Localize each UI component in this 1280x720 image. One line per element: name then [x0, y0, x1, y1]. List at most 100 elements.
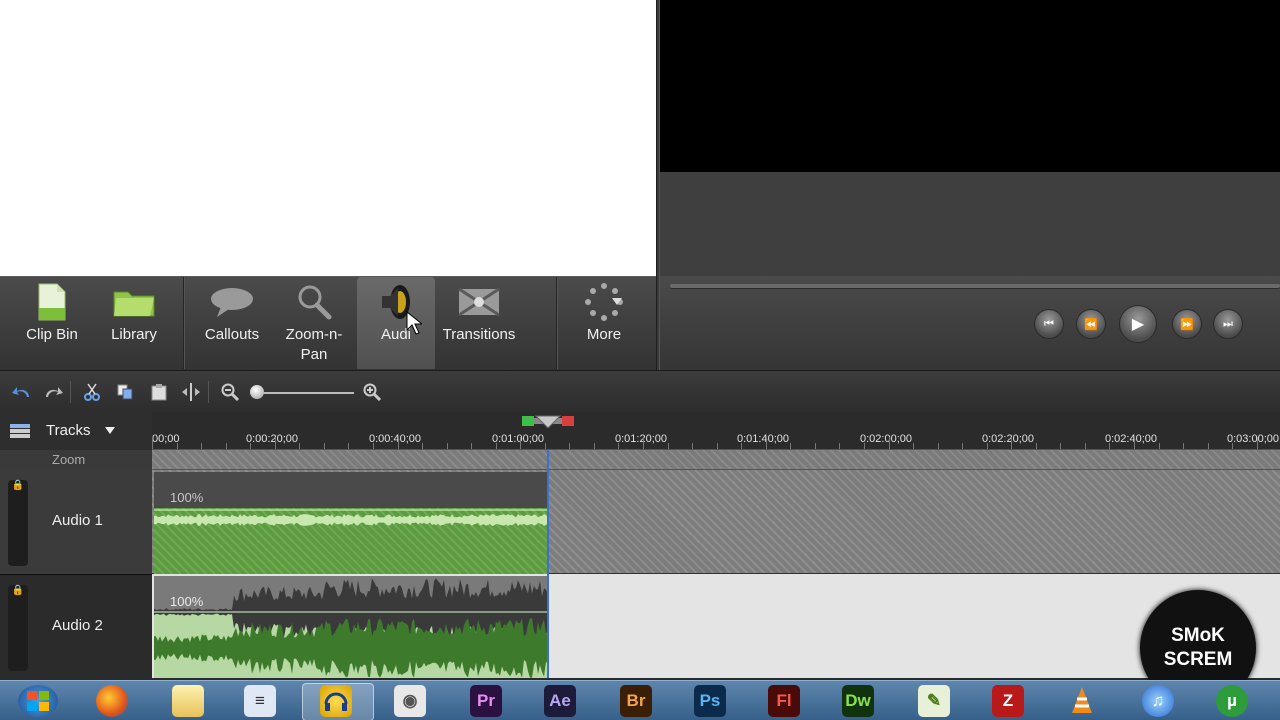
ruler-tick — [1060, 443, 1062, 449]
ruler-tick — [1084, 443, 1086, 449]
mouse-cursor-icon — [406, 311, 422, 335]
fast-forward-icon[interactable]: ⏩ — [1172, 309, 1202, 339]
tracks-icon[interactable] — [10, 424, 30, 438]
itunes-icon[interactable]: ♫ — [1142, 685, 1174, 717]
tab-transitions[interactable]: Transitions — [438, 277, 520, 369]
notes-app-icon[interactable]: ≡ — [244, 685, 276, 717]
firefox-icon[interactable] — [96, 685, 128, 717]
task-tabs: Clip Bin Library Callouts Zoom-n- Pan Au… — [0, 276, 656, 370]
vlc-icon[interactable] — [1066, 685, 1098, 717]
utorrent-icon[interactable]: µ — [1216, 685, 1248, 717]
ruler-label: 0:02:20;00 — [982, 433, 1034, 445]
ruler-tick — [446, 443, 448, 449]
rewind-icon[interactable]: ⏪ — [1076, 309, 1106, 339]
ruler-tick — [814, 443, 816, 449]
zoom-in-icon[interactable] — [361, 382, 383, 402]
ruler-tick — [1158, 443, 1160, 449]
library-folder-icon — [112, 279, 156, 325]
ruler-tick — [741, 443, 743, 449]
tab-library[interactable]: Library — [96, 277, 172, 369]
chevron-down-icon[interactable] — [105, 427, 115, 434]
ruler-tick — [348, 443, 350, 449]
tab-clip-bin[interactable]: Clip Bin — [14, 277, 90, 369]
ruler-tick — [1256, 437, 1258, 449]
tab-callouts[interactable]: Callouts — [196, 277, 268, 369]
audio-app-icon[interactable] — [320, 685, 352, 717]
lock-icon[interactable]: 🔒 — [8, 585, 28, 671]
zoom-lane[interactable] — [152, 450, 1280, 470]
time-ruler[interactable]: 00;00 0:00:20;00 0:00:40;00 0:01:00;00 0… — [152, 412, 1280, 450]
tracks-header: Tracks — [0, 412, 152, 450]
filezilla-icon[interactable]: Z — [992, 685, 1024, 717]
ruler-tick — [495, 443, 497, 449]
magnifier-icon — [296, 279, 332, 325]
audio-clip-1[interactable]: 100% — [154, 472, 548, 574]
cut-icon[interactable] — [81, 382, 103, 402]
toolbar-separator — [70, 381, 71, 403]
ruler-tick — [618, 443, 620, 449]
ruler-tick — [1207, 443, 1209, 449]
ruler-tick — [250, 443, 252, 449]
ruler-tick — [888, 437, 890, 449]
zoom-slider-track[interactable] — [254, 392, 354, 394]
ruler-tick — [1109, 443, 1111, 449]
copy-icon[interactable] — [114, 382, 136, 402]
callout-bubble-icon — [209, 279, 255, 325]
lock-icon[interactable]: 🔒 — [8, 480, 28, 566]
notepad-plus-icon[interactable]: ✎ — [918, 685, 950, 717]
tab-zoom-n-pan[interactable]: Zoom-n- Pan — [276, 277, 352, 369]
flash-icon[interactable]: Fl — [768, 685, 800, 717]
premiere-icon[interactable]: Pr — [470, 685, 502, 717]
dreamweaver-icon[interactable]: Dw — [842, 685, 874, 717]
photoshop-icon[interactable]: Ps — [694, 685, 726, 717]
ruler-tick — [274, 437, 276, 449]
waveform-1 — [154, 509, 548, 526]
ruler-tick — [790, 443, 792, 449]
ruler-tick — [176, 443, 178, 449]
ruler-tick — [471, 443, 473, 449]
clip-bin-panel[interactable] — [0, 0, 656, 276]
ruler-tick — [152, 437, 153, 449]
tracks-label[interactable]: Tracks — [46, 422, 90, 439]
more-dots-icon — [582, 279, 626, 325]
ruler-tick — [323, 443, 325, 449]
track-name: Audio 2 — [52, 617, 103, 634]
explorer-folder-icon[interactable] — [172, 685, 204, 717]
ruler-tick — [372, 443, 374, 449]
clip-volume-label: 100% — [170, 594, 204, 609]
ruler-tick — [716, 443, 718, 449]
ruler-tick — [962, 443, 964, 449]
zoom-out-icon[interactable] — [219, 382, 241, 402]
bridge-icon[interactable]: Br — [620, 685, 652, 717]
timeline-toolbar — [0, 370, 1280, 412]
paste-icon[interactable] — [148, 382, 170, 402]
skip-forward-icon[interactable]: ⏭ — [1213, 309, 1243, 339]
ruler-tick — [667, 443, 669, 449]
tab-label: Clip Bin — [26, 326, 78, 343]
track-header-audio-2[interactable]: 🔒 Audio 2 — [0, 574, 152, 678]
transitions-icon — [457, 279, 501, 325]
ruler-tick — [1035, 443, 1037, 449]
tab-audio[interactable]: Audi — [357, 277, 435, 369]
track-header-audio-1[interactable]: 🔒 Audio 1 — [0, 470, 152, 574]
play-icon[interactable]: ▶ — [1119, 305, 1157, 343]
redo-icon[interactable] — [43, 382, 65, 402]
ruler-label: 0:00:40;00 — [369, 433, 421, 445]
tab-more[interactable]: More — [568, 277, 640, 369]
preview-scrub-bar[interactable] — [670, 284, 1280, 288]
preview-canvas — [660, 0, 1280, 172]
after-effects-icon[interactable]: Ae — [544, 685, 576, 717]
skip-back-icon[interactable]: ⏮ — [1034, 309, 1064, 339]
ruler-label: 0:01:00;00 — [492, 433, 544, 445]
start-button[interactable] — [18, 685, 58, 717]
undo-icon[interactable] — [10, 382, 32, 402]
camera-app-icon[interactable]: ◉ — [394, 685, 426, 717]
audio-clip-2[interactable]: 100% — [154, 576, 548, 678]
split-icon[interactable] — [180, 382, 202, 402]
ruler-tick — [643, 437, 644, 449]
clip-bin-icon — [35, 279, 69, 325]
ruler-tick — [692, 443, 694, 449]
ruler-tick — [422, 443, 424, 449]
zoom-slider-handle[interactable] — [250, 385, 264, 399]
playhead-handle[interactable] — [522, 414, 574, 428]
